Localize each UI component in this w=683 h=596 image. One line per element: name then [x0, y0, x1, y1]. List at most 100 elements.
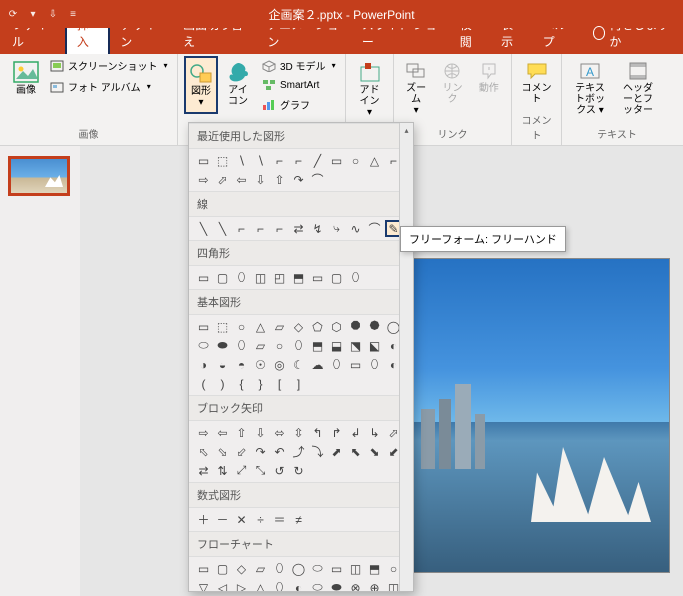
shape-option[interactable]: ⯃	[347, 318, 364, 335]
shape-option[interactable]: )	[214, 375, 231, 392]
shape-option[interactable]: ↱	[328, 424, 345, 441]
shape-option[interactable]: ▭	[309, 269, 326, 286]
shape-option[interactable]: ⇅	[214, 462, 231, 479]
shape-option[interactable]: ◐	[290, 579, 307, 591]
shape-option[interactable]: ⯄	[366, 318, 383, 335]
autosave-icon[interactable]: ⟳	[6, 7, 20, 21]
icons-button[interactable]: アイコン	[222, 56, 254, 112]
shape-option[interactable]: ↻	[290, 462, 307, 479]
shape-option[interactable]: ↰	[309, 424, 326, 441]
shape-option[interactable]: ⌐	[290, 152, 307, 169]
shape-option[interactable]: ▭	[195, 269, 212, 286]
shape-option[interactable]: ⤢	[233, 462, 250, 479]
shape-option[interactable]: ⬯	[271, 560, 288, 577]
chart-button[interactable]: グラフ	[258, 95, 340, 114]
shape-option[interactable]: ⬯	[328, 356, 345, 373]
shape-option[interactable]: ⤷	[328, 220, 345, 237]
shape-option[interactable]: ⬂	[214, 443, 231, 460]
shape-option[interactable]: ↳	[366, 424, 383, 441]
shape-option[interactable]: ⬁	[195, 443, 212, 460]
shape-option[interactable]: ⬕	[366, 337, 383, 354]
shape-option[interactable]: ⇄	[195, 462, 212, 479]
shape-option[interactable]: ▱	[271, 318, 288, 335]
shape-option[interactable]: ↷	[252, 443, 269, 460]
shape-option[interactable]: ▱	[252, 560, 269, 577]
shape-option[interactable]: ⊗	[347, 579, 364, 591]
shapes-button[interactable]: 図形▾	[184, 56, 218, 114]
shape-option[interactable]: ⇳	[290, 424, 307, 441]
shape-option[interactable]: ⬬	[328, 579, 345, 591]
shape-option[interactable]: ⬄	[271, 424, 288, 441]
shape-option[interactable]: {	[233, 375, 250, 392]
shape-option[interactable]: ∿	[347, 220, 364, 237]
comment-button[interactable]: コメント	[518, 56, 555, 110]
shape-option[interactable]: ▭	[195, 560, 212, 577]
shape-option[interactable]: ▭	[195, 152, 212, 169]
shape-option[interactable]: ⇨	[195, 424, 212, 441]
slide-picture[interactable]	[410, 258, 670, 573]
shape-option[interactable]: ]	[290, 375, 307, 392]
shape-option[interactable]: ⬭	[195, 337, 212, 354]
shape-option[interactable]: ⇩	[252, 424, 269, 441]
shape-option[interactable]: ▷	[233, 579, 250, 591]
screenshot-button[interactable]: スクリーンショット ▾	[46, 56, 172, 75]
shape-option[interactable]: △	[252, 579, 269, 591]
shape-option[interactable]: ⬡	[328, 318, 345, 335]
shape-option[interactable]: (	[195, 375, 212, 392]
shape-option[interactable]: ☁	[309, 356, 326, 373]
shape-option[interactable]: ☉	[252, 356, 269, 373]
shape-option[interactable]: ⬀	[214, 171, 231, 188]
shape-option[interactable]: ⬊	[366, 443, 383, 460]
shape-option[interactable]: ⬯	[233, 269, 250, 286]
shape-option[interactable]: ⇄	[290, 220, 307, 237]
shape-option[interactable]: ◓	[233, 356, 250, 373]
shape-option[interactable]: ▢	[214, 269, 231, 286]
scroll-up-icon[interactable]: ▴	[400, 123, 413, 137]
shape-option[interactable]: ⌒	[309, 171, 326, 188]
shape-option[interactable]: ＋	[195, 511, 212, 528]
shape-option[interactable]: ⇨	[195, 171, 212, 188]
shape-option[interactable]: ○	[271, 337, 288, 354]
shape-option[interactable]: ○	[347, 152, 364, 169]
shape-option[interactable]: ◑	[195, 356, 212, 373]
gallery-scrollbar[interactable]: ▴	[399, 123, 413, 591]
shape-option[interactable]: ＝	[271, 511, 288, 528]
shape-option[interactable]: ⬓	[328, 337, 345, 354]
shape-option[interactable]: ◁	[214, 579, 231, 591]
shape-option[interactable]: ◫	[252, 269, 269, 286]
shape-option[interactable]: ⤵	[309, 443, 326, 460]
shape-option[interactable]: ▢	[214, 560, 231, 577]
shape-option[interactable]: △	[252, 318, 269, 335]
shape-option[interactable]: ∖	[233, 152, 250, 169]
shape-option[interactable]: ↲	[347, 424, 364, 441]
shape-option[interactable]: ÷	[252, 511, 269, 528]
shape-option[interactable]: ✕	[233, 511, 250, 528]
shape-option[interactable]: ╲	[195, 220, 212, 237]
shape-option[interactable]: ◰	[271, 269, 288, 286]
shape-option[interactable]: ⬭	[309, 579, 326, 591]
shape-option[interactable]: }	[252, 375, 269, 392]
shape-option[interactable]: ╱	[309, 152, 326, 169]
3dmodels-button[interactable]: 3D モデル ▾	[258, 56, 340, 75]
shape-option[interactable]: ◇	[290, 318, 307, 335]
shape-option[interactable]: ⬃	[233, 443, 250, 460]
shape-option[interactable]: ⬉	[347, 443, 364, 460]
shape-option[interactable]: ⇧	[271, 171, 288, 188]
shape-option[interactable]: ○	[233, 318, 250, 335]
shape-option[interactable]: ≠	[290, 511, 307, 528]
photoalbum-button[interactable]: フォト アルバム ▾	[46, 77, 172, 96]
shape-option[interactable]: △	[366, 152, 383, 169]
shape-option[interactable]: ⤴	[290, 443, 307, 460]
shape-option[interactable]: ▽	[195, 579, 212, 591]
shape-option[interactable]: －	[214, 511, 231, 528]
undo-dropdown-icon[interactable]: ▾	[26, 7, 40, 21]
shape-option[interactable]: ↷	[290, 171, 307, 188]
textbox-button[interactable]: A テキストボックス ▾	[568, 56, 612, 121]
shape-option[interactable]: ⬚	[214, 318, 231, 335]
shape-option[interactable]: ☾	[290, 356, 307, 373]
headerfooter-button[interactable]: ヘッダーとフッター	[616, 56, 660, 121]
shape-option[interactable]: ⬒	[309, 337, 326, 354]
slide-thumb-1[interactable]	[8, 156, 70, 196]
shape-option[interactable]: ╲	[214, 220, 231, 237]
shape-option[interactable]: ↶	[271, 443, 288, 460]
